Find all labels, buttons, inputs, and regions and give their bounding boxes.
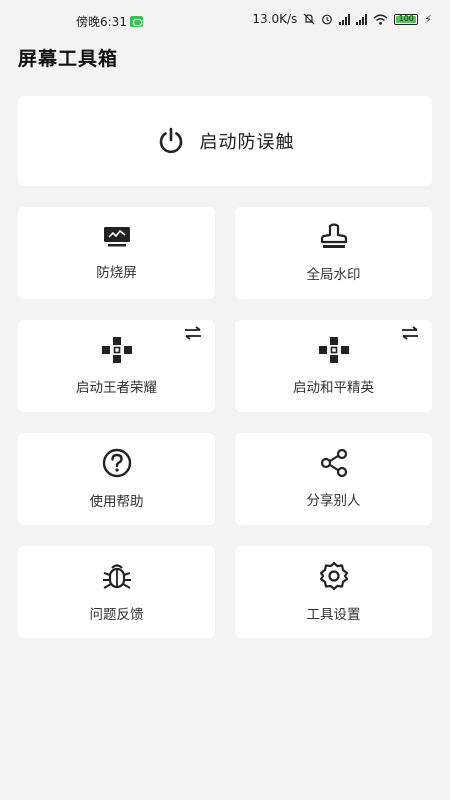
status-time: 傍晚6:31 (76, 15, 127, 29)
network-speed: 13.0K/s (252, 12, 298, 26)
tile-label: 工具设置 (306, 607, 361, 623)
gamepad-icon (101, 337, 132, 363)
tile-label: 启动王者荣耀 (76, 380, 157, 396)
status-indicators: 13.0K/s 100 ⚡ (252, 12, 432, 26)
tile-label: 全局水印 (306, 267, 361, 283)
status-bar: 傍晚6:31 13.0K/s 100 ⚡ (0, 0, 450, 40)
gear-icon (319, 561, 348, 591)
tile-label: 使用帮助 (89, 494, 144, 510)
anti-burn-in-button[interactable]: 防烧屏 (18, 207, 215, 299)
page-title: 屏幕工具箱 (18, 48, 119, 70)
battery-level: 100 (398, 13, 414, 23)
start-anti-mistouch-button[interactable]: 启动防误触 (18, 96, 432, 186)
tile-label: 启动和平精英 (293, 380, 374, 396)
wechat-notification-icon (129, 16, 143, 27)
swap-icon[interactable] (183, 326, 203, 340)
tile-label: 问题反馈 (89, 607, 144, 623)
share-icon (320, 449, 347, 477)
signal-icon-2 (356, 13, 368, 25)
help-button[interactable]: 使用帮助 (18, 433, 215, 525)
power-icon (159, 127, 182, 154)
stamp-icon (320, 223, 347, 248)
alarm-icon (322, 14, 333, 25)
launch-honor-of-kings-button[interactable]: 启动王者荣耀 (18, 320, 215, 412)
settings-button[interactable]: 工具设置 (235, 546, 432, 638)
monitor-icon (103, 227, 130, 247)
tile-label: 防烧屏 (96, 265, 137, 281)
global-watermark-button[interactable]: 全局水印 (235, 207, 432, 299)
start-anti-mistouch-label: 启动防误触 (199, 132, 295, 153)
help-icon (102, 448, 131, 478)
battery-icon: 100 (394, 13, 419, 25)
share-button[interactable]: 分享别人 (235, 433, 432, 525)
mute-icon (303, 13, 315, 25)
gamepad-icon (318, 337, 349, 363)
charging-icon: ⚡ (424, 12, 432, 26)
tile-label: 分享别人 (306, 493, 361, 509)
launch-peacekeeper-elite-button[interactable]: 启动和平精英 (235, 320, 432, 412)
status-time-group: 傍晚6:31 (76, 13, 143, 30)
bug-icon (102, 564, 131, 589)
wifi-icon (373, 14, 388, 25)
signal-icon-1 (339, 13, 351, 25)
feedback-button[interactable]: 问题反馈 (18, 546, 215, 638)
swap-icon[interactable] (400, 326, 420, 340)
